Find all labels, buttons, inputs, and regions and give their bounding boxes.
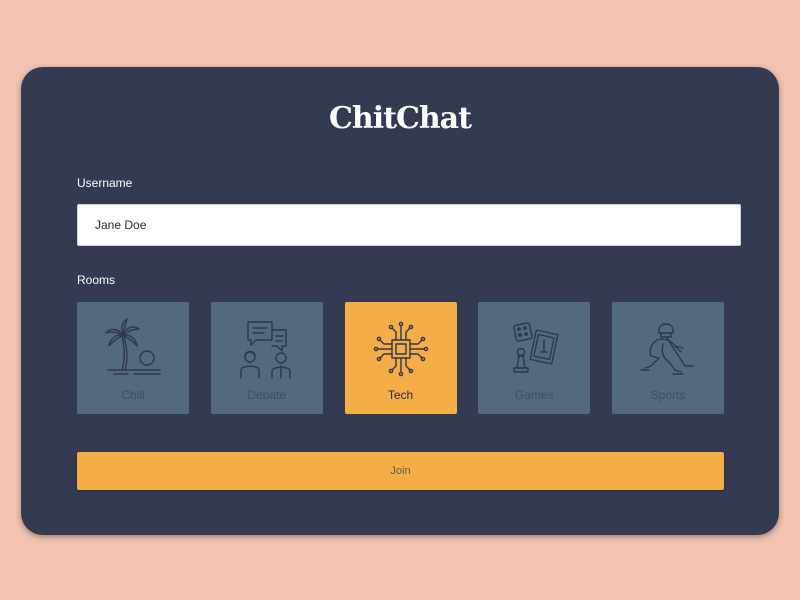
rooms-label: Rooms	[77, 273, 116, 287]
room-label-games: Games	[514, 388, 554, 402]
room-label-debate: Debate	[247, 388, 287, 402]
room-games[interactable]: Games	[478, 302, 591, 414]
room-label-chill: Chill	[121, 388, 145, 402]
circuit-chip-icon	[373, 321, 428, 377]
room-label-sports: Sports	[650, 388, 686, 402]
room-sports[interactable]: Sports	[612, 302, 724, 414]
palm-beach-icon	[105, 318, 161, 375]
debate-speech-bubbles-icon	[240, 321, 291, 379]
login-card: ChitChat Username Rooms	[21, 67, 779, 535]
room-label-tech: Tech	[387, 388, 414, 402]
room-selector: Chill Debate Tech Games Sports	[77, 302, 724, 414]
room-chill[interactable]: Chill	[77, 302, 189, 414]
board-games-icon	[513, 322, 559, 373]
hockey-player-icon	[640, 323, 694, 375]
room-tech[interactable]: Tech	[344, 302, 457, 414]
join-button[interactable]: Join	[77, 452, 724, 490]
username-input[interactable]	[77, 204, 741, 246]
room-debate[interactable]: Debate	[210, 302, 323, 414]
username-label: Username	[77, 176, 133, 190]
app-title: ChitChat	[329, 101, 472, 136]
